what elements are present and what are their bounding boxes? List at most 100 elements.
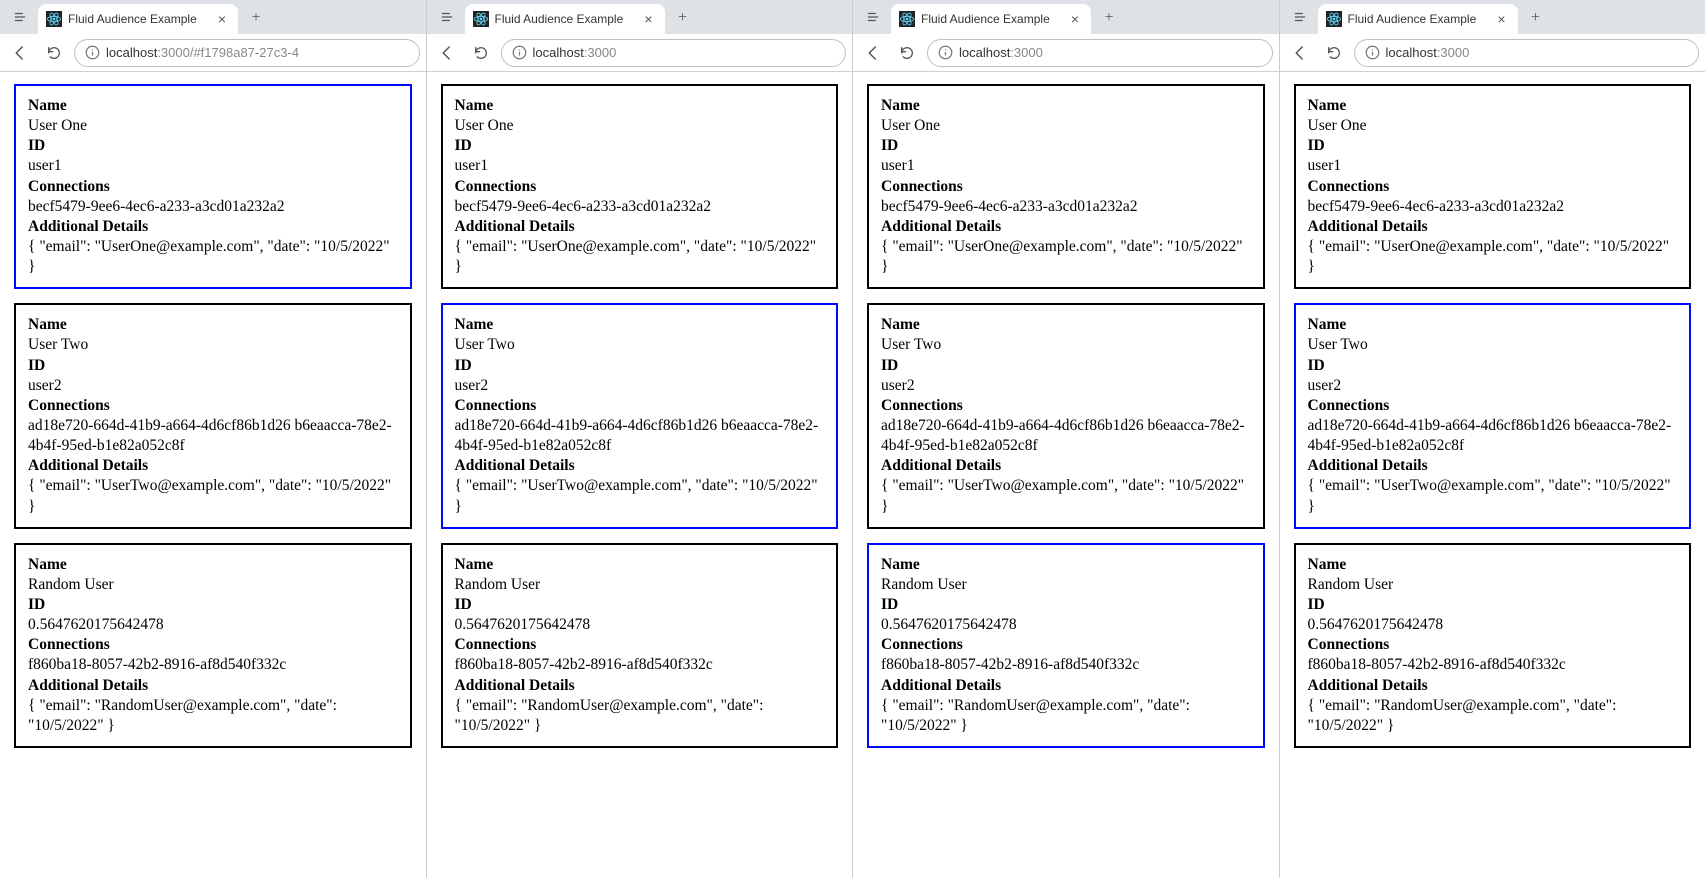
card-value-details: { "email": "RandomUser@example.com", "da… xyxy=(881,696,1251,736)
card-value-id: 0.5647620175642478 xyxy=(455,615,825,635)
tab-actions-button[interactable] xyxy=(433,3,461,31)
card-label-id: ID xyxy=(881,595,1251,615)
card-value-name: User One xyxy=(28,116,398,136)
card-label-connections: Connections xyxy=(28,635,398,655)
card-label-details: Additional Details xyxy=(1308,456,1678,476)
tab-actions-button[interactable] xyxy=(1286,3,1314,31)
card-value-name: User One xyxy=(1308,116,1678,136)
url-text: localhost:3000/#f1798a87-27c3-4 xyxy=(106,45,299,60)
browser-window: Fluid Audience Example×+ localhost:3000/#… xyxy=(0,0,427,878)
user-card: NameUser OneIDuser1Connectionsbecf5479-9… xyxy=(867,84,1265,289)
site-info-icon[interactable] xyxy=(1365,45,1380,60)
page-content: NameUser OneIDuser1Connectionsbecf5479-9… xyxy=(427,72,853,878)
user-card: NameUser OneIDuser1Connectionsbecf5479-9… xyxy=(1294,84,1692,289)
card-value-details: { "email": "RandomUser@example.com", "da… xyxy=(1308,696,1678,736)
new-tab-button[interactable]: + xyxy=(1095,4,1123,32)
tab-strip: Fluid Audience Example×+ xyxy=(0,0,426,34)
site-info-icon[interactable] xyxy=(85,45,100,60)
browser-tab[interactable]: Fluid Audience Example× xyxy=(1318,4,1518,34)
new-tab-button[interactable]: + xyxy=(242,4,270,32)
card-value-connections: f860ba18-8057-42b2-8916-af8d540f332c xyxy=(881,655,1251,675)
card-label-id: ID xyxy=(1308,595,1678,615)
address-bar[interactable]: localhost:3000 xyxy=(1354,39,1700,67)
card-value-id: user1 xyxy=(1308,156,1678,176)
card-label-connections: Connections xyxy=(455,177,825,197)
card-value-name: Random User xyxy=(881,575,1251,595)
card-label-connections: Connections xyxy=(881,635,1251,655)
card-label-connections: Connections xyxy=(28,396,398,416)
page-content: NameUser OneIDuser1Connectionsbecf5479-9… xyxy=(853,72,1279,878)
back-button[interactable] xyxy=(1286,39,1314,67)
reload-button[interactable] xyxy=(467,39,495,67)
card-label-connections: Connections xyxy=(455,635,825,655)
close-tab-icon[interactable]: × xyxy=(641,11,657,27)
site-info-icon[interactable] xyxy=(512,45,527,60)
browser-tab[interactable]: Fluid Audience Example× xyxy=(38,4,238,34)
card-value-details: { "email": "UserTwo@example.com", "date"… xyxy=(881,476,1251,516)
card-value-connections: becf5479-9ee6-4ec6-a233-a3cd01a232a2 xyxy=(455,197,825,217)
card-value-name: User One xyxy=(881,116,1251,136)
address-bar[interactable]: localhost:3000 xyxy=(501,39,847,67)
user-card: NameRandom UserID0.5647620175642478Conne… xyxy=(441,543,839,748)
address-bar[interactable]: localhost:3000/#f1798a87-27c3-4 xyxy=(74,39,420,67)
card-label-id: ID xyxy=(455,595,825,615)
card-value-connections: ad18e720-664d-41b9-a664-4d6cf86b1d26 b6e… xyxy=(455,416,825,456)
card-label-id: ID xyxy=(28,136,398,156)
card-label-details: Additional Details xyxy=(28,217,398,237)
back-button[interactable] xyxy=(6,39,34,67)
react-favicon-icon xyxy=(899,11,915,27)
browser-window: Fluid Audience Example×+ localhost:3000 Na… xyxy=(1280,0,1705,878)
card-value-name: User Two xyxy=(1308,335,1678,355)
user-card: NameUser OneIDuser1Connectionsbecf5479-9… xyxy=(14,84,412,289)
card-value-id: 0.5647620175642478 xyxy=(1308,615,1678,635)
card-label-id: ID xyxy=(28,356,398,376)
card-label-name: Name xyxy=(28,315,398,335)
tab-actions-button[interactable] xyxy=(859,3,887,31)
back-button[interactable] xyxy=(859,39,887,67)
back-button[interactable] xyxy=(433,39,461,67)
user-card: NameUser TwoIDuser2Connectionsad18e720-6… xyxy=(14,303,412,528)
browser-tab[interactable]: Fluid Audience Example × xyxy=(465,4,665,34)
reload-button[interactable] xyxy=(893,39,921,67)
card-label-name: Name xyxy=(881,555,1251,575)
user-card: NameUser TwoIDuser2Connectionsad18e720-6… xyxy=(441,303,839,528)
close-tab-icon[interactable]: × xyxy=(1067,11,1083,27)
reload-button[interactable] xyxy=(1320,39,1348,67)
card-value-details: { "email": "UserTwo@example.com", "date"… xyxy=(1308,476,1678,516)
card-value-id: 0.5647620175642478 xyxy=(28,615,398,635)
browser-tab[interactable]: Fluid Audience Example× xyxy=(891,4,1091,34)
card-label-name: Name xyxy=(1308,96,1678,116)
url-text: localhost:3000 xyxy=(1386,45,1470,60)
toolbar: localhost:3000 xyxy=(1280,34,1705,72)
card-label-details: Additional Details xyxy=(28,676,398,696)
new-tab-button[interactable]: + xyxy=(1522,4,1550,32)
user-card: NameRandom UserID0.5647620175642478Conne… xyxy=(1294,543,1692,748)
browser-window: Fluid Audience Example×+ localhost:3000 Na… xyxy=(853,0,1280,878)
new-tab-button[interactable]: + xyxy=(669,4,697,32)
user-card: NameUser TwoIDuser2Connectionsad18e720-6… xyxy=(1294,303,1692,528)
address-bar[interactable]: localhost:3000 xyxy=(927,39,1273,67)
site-info-icon[interactable] xyxy=(938,45,953,60)
tab-strip: Fluid Audience Example × + xyxy=(427,0,853,34)
tab-title: Fluid Audience Example xyxy=(495,12,635,26)
reload-button[interactable] xyxy=(40,39,68,67)
user-card: NameUser OneIDuser1Connectionsbecf5479-9… xyxy=(441,84,839,289)
browser-window: Fluid Audience Example × + localhost:3000 Na… xyxy=(427,0,854,878)
close-tab-icon[interactable]: × xyxy=(214,11,230,27)
url-text: localhost:3000 xyxy=(533,45,617,60)
react-favicon-icon xyxy=(473,11,489,27)
card-value-details: { "email": "UserTwo@example.com", "date"… xyxy=(28,476,398,516)
card-value-name: Random User xyxy=(1308,575,1678,595)
card-label-name: Name xyxy=(1308,555,1678,575)
close-tab-icon[interactable]: × xyxy=(1494,11,1510,27)
url-text: localhost:3000 xyxy=(959,45,1043,60)
card-label-details: Additional Details xyxy=(881,456,1251,476)
card-value-details: { "email": "UserOne@example.com", "date"… xyxy=(1308,237,1678,277)
card-value-name: User Two xyxy=(455,335,825,355)
react-favicon-icon xyxy=(1326,11,1342,27)
tab-actions-button[interactable] xyxy=(6,3,34,31)
card-value-details: { "email": "RandomUser@example.com", "da… xyxy=(455,696,825,736)
card-label-id: ID xyxy=(1308,356,1678,376)
card-label-name: Name xyxy=(28,96,398,116)
card-value-connections: ad18e720-664d-41b9-a664-4d6cf86b1d26 b6e… xyxy=(881,416,1251,456)
